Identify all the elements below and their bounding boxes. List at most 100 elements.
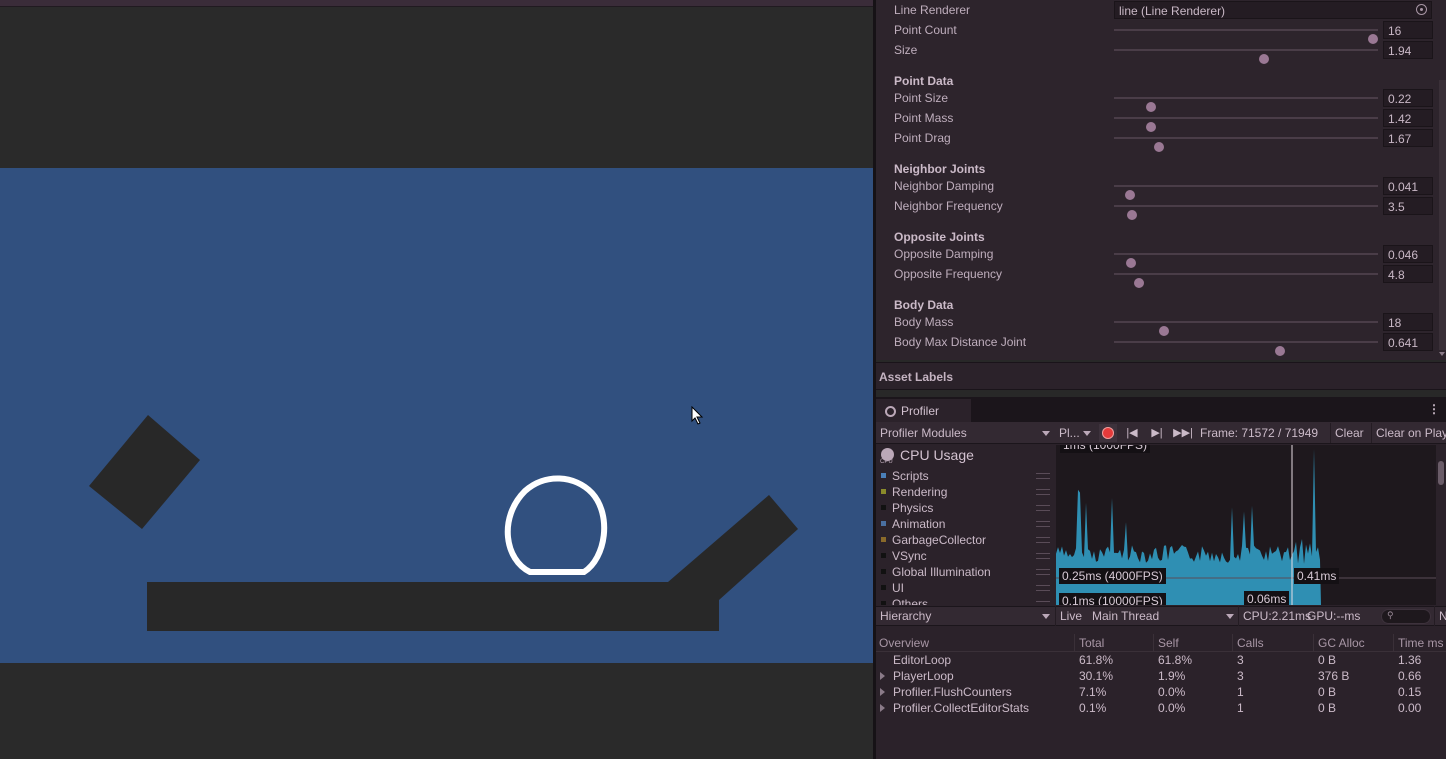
point-count-slider[interactable] [1114,29,1378,44]
neighbor-damping-field[interactable]: 0.041 [1383,177,1433,195]
neighbor-frequency-field[interactable]: 3.5 [1383,197,1433,215]
inspector-scrollbar[interactable] [1439,80,1446,350]
body-max-distance-field[interactable]: 0.641 [1383,333,1433,351]
column-total[interactable]: Total [1079,636,1104,650]
cell-total: 0.1% [1079,701,1107,715]
legend-item[interactable]: Animation [876,516,1056,532]
point-drag-field[interactable]: 1.67 [1383,129,1433,147]
table-row[interactable]: PlayerLoop 30.1% 1.9% 3 376 B 0.66 [876,668,1446,684]
live-button[interactable]: Live [1055,606,1086,626]
game-scene[interactable] [0,168,873,663]
object-picker-icon[interactable] [1416,4,1427,15]
column-gc-alloc[interactable]: GC Alloc [1318,636,1365,650]
cell-self: 1.9% [1158,669,1186,683]
legend-item[interactable]: Others [876,596,1056,605]
playmode-dropdown[interactable]: Pl... [1055,423,1095,443]
point-count-label: Point Count [894,23,957,37]
table-row[interactable]: EditorLoop 61.8% 61.8% 3 0 B 1.36 [876,652,1446,668]
game-view[interactable] [0,0,873,759]
hierarchy-view-dropdown[interactable]: Hierarchy [876,606,1054,626]
legend-item[interactable]: Rendering [876,484,1056,500]
point-mass-label: Point Mass [894,111,954,125]
slider-row-size: Size 1.94 [876,40,1436,64]
slider-row-body-max-distance: Body Max Distance Joint 0.641 [876,332,1436,356]
slider-knob[interactable] [1134,278,1145,288]
tab-profiler[interactable]: Profiler [876,399,971,422]
body-mass-field[interactable]: 18 [1383,313,1433,331]
opposite-frequency-field[interactable]: 4.8 [1383,265,1433,283]
first-frame-button[interactable]: |◀ [1121,424,1143,442]
drag-handle-icon[interactable] [1036,537,1050,543]
table-row[interactable]: Profiler.FlushCounters 7.1% 0.0% 1 0 B 0.15 [876,684,1446,700]
slider-knob[interactable] [1275,346,1286,356]
body-mass-label: Body Mass [894,315,954,329]
legend-item[interactable]: Global Illumination [876,564,1056,580]
line-renderer-field[interactable]: line (Line Renderer) [1114,1,1432,19]
column-divider [1153,634,1154,652]
column-calls[interactable]: Calls [1237,636,1264,650]
last-frame-button[interactable]: ▶▶| [1172,424,1194,442]
neighbor-frequency-slider[interactable] [1114,205,1378,220]
column-self[interactable]: Self [1158,636,1179,650]
next-frame-button[interactable]: ▶| [1146,424,1168,442]
drag-handle-icon[interactable] [1036,601,1050,605]
opposite-frequency-slider[interactable] [1114,273,1378,288]
legend-item[interactable]: UI [876,580,1056,596]
chart-scrollbar[interactable] [1437,445,1446,605]
body-max-distance-label: Body Max Distance Joint [894,335,1027,349]
editor-root: Line Renderer line (Line Renderer) Point… [0,0,1446,759]
cell-gc-alloc: 0 B [1318,701,1337,715]
scroll-down-arrow-icon[interactable] [1439,352,1445,356]
cpu-usage-chart[interactable]: 1ms (1000FPS) 0.25ms (4000FPS) 0.1ms (10… [1056,445,1436,605]
column-overview[interactable]: Overview [879,636,929,650]
profiler-modules-label: Profiler Modules [880,426,967,440]
drag-handle-icon[interactable] [1036,505,1050,511]
drag-handle-icon[interactable] [1036,489,1050,495]
drag-handle-icon[interactable] [1036,473,1050,479]
drag-handle-icon[interactable] [1036,521,1050,527]
cpu-module-panel[interactable]: CPU Usage Scripts Rendering Physics Animati… [876,445,1056,605]
body-max-distance-slider[interactable] [1114,341,1378,356]
slider-knob[interactable] [1127,210,1138,220]
point-mass-slider[interactable] [1114,117,1378,132]
clear-button[interactable]: Clear [1330,423,1368,443]
expand-arrow-icon[interactable] [880,704,885,712]
legend-item[interactable]: Physics [876,500,1056,516]
legend-item[interactable]: VSync [876,548,1056,564]
point-size-field[interactable]: 0.22 [1383,89,1433,107]
truncated-toolbar-button[interactable]: N [1434,606,1446,626]
opposite-damping-slider[interactable] [1114,253,1378,268]
record-button[interactable] [1099,424,1117,442]
profiler-modules-dropdown[interactable]: Profiler Modules [876,423,1054,443]
body-mass-slider[interactable] [1114,321,1378,336]
size-field[interactable]: 1.94 [1383,41,1433,59]
point-mass-field[interactable]: 1.42 [1383,109,1433,127]
expand-arrow-icon[interactable] [880,688,885,696]
drag-handle-icon[interactable] [1036,569,1050,575]
drag-handle-icon[interactable] [1036,553,1050,559]
thread-dropdown[interactable]: Main Thread [1088,606,1238,626]
legend-item[interactable]: GarbageCollector [876,532,1056,548]
slider-knob[interactable] [1153,142,1164,152]
game-view-toolbar[interactable] [0,0,873,7]
column-time-ms[interactable]: Time ms [1398,636,1444,650]
point-size-slider[interactable] [1114,97,1378,112]
scrollbar-thumb[interactable] [1438,461,1444,485]
legend-item[interactable]: Scripts [876,468,1056,484]
soft-body-circle [504,475,608,575]
search-input[interactable]: ⚲ [1381,609,1431,624]
section-opposite-joints: Opposite Joints [894,230,985,244]
hierarchy-toolbar: Hierarchy Live Main Thread CPU:2.21ms GP… [876,606,1446,626]
point-drag-slider[interactable] [1114,137,1378,152]
expand-arrow-icon[interactable] [880,672,885,680]
clear-on-play-button[interactable]: Clear on Play [1371,423,1446,443]
size-slider[interactable] [1114,49,1378,64]
slider-knob[interactable] [1259,54,1270,64]
point-count-field[interactable]: 16 [1383,21,1433,39]
drag-handle-icon[interactable] [1036,585,1050,591]
table-row[interactable]: Profiler.CollectEditorStats 0.1% 0.0% 1 0 B 0… [876,700,1446,716]
neighbor-damping-slider[interactable] [1114,185,1378,200]
opposite-damping-field[interactable]: 0.046 [1383,245,1433,263]
asset-labels-header[interactable]: Asset Labels [876,362,1446,390]
more-options-icon[interactable]: ⋮ [1428,402,1440,416]
